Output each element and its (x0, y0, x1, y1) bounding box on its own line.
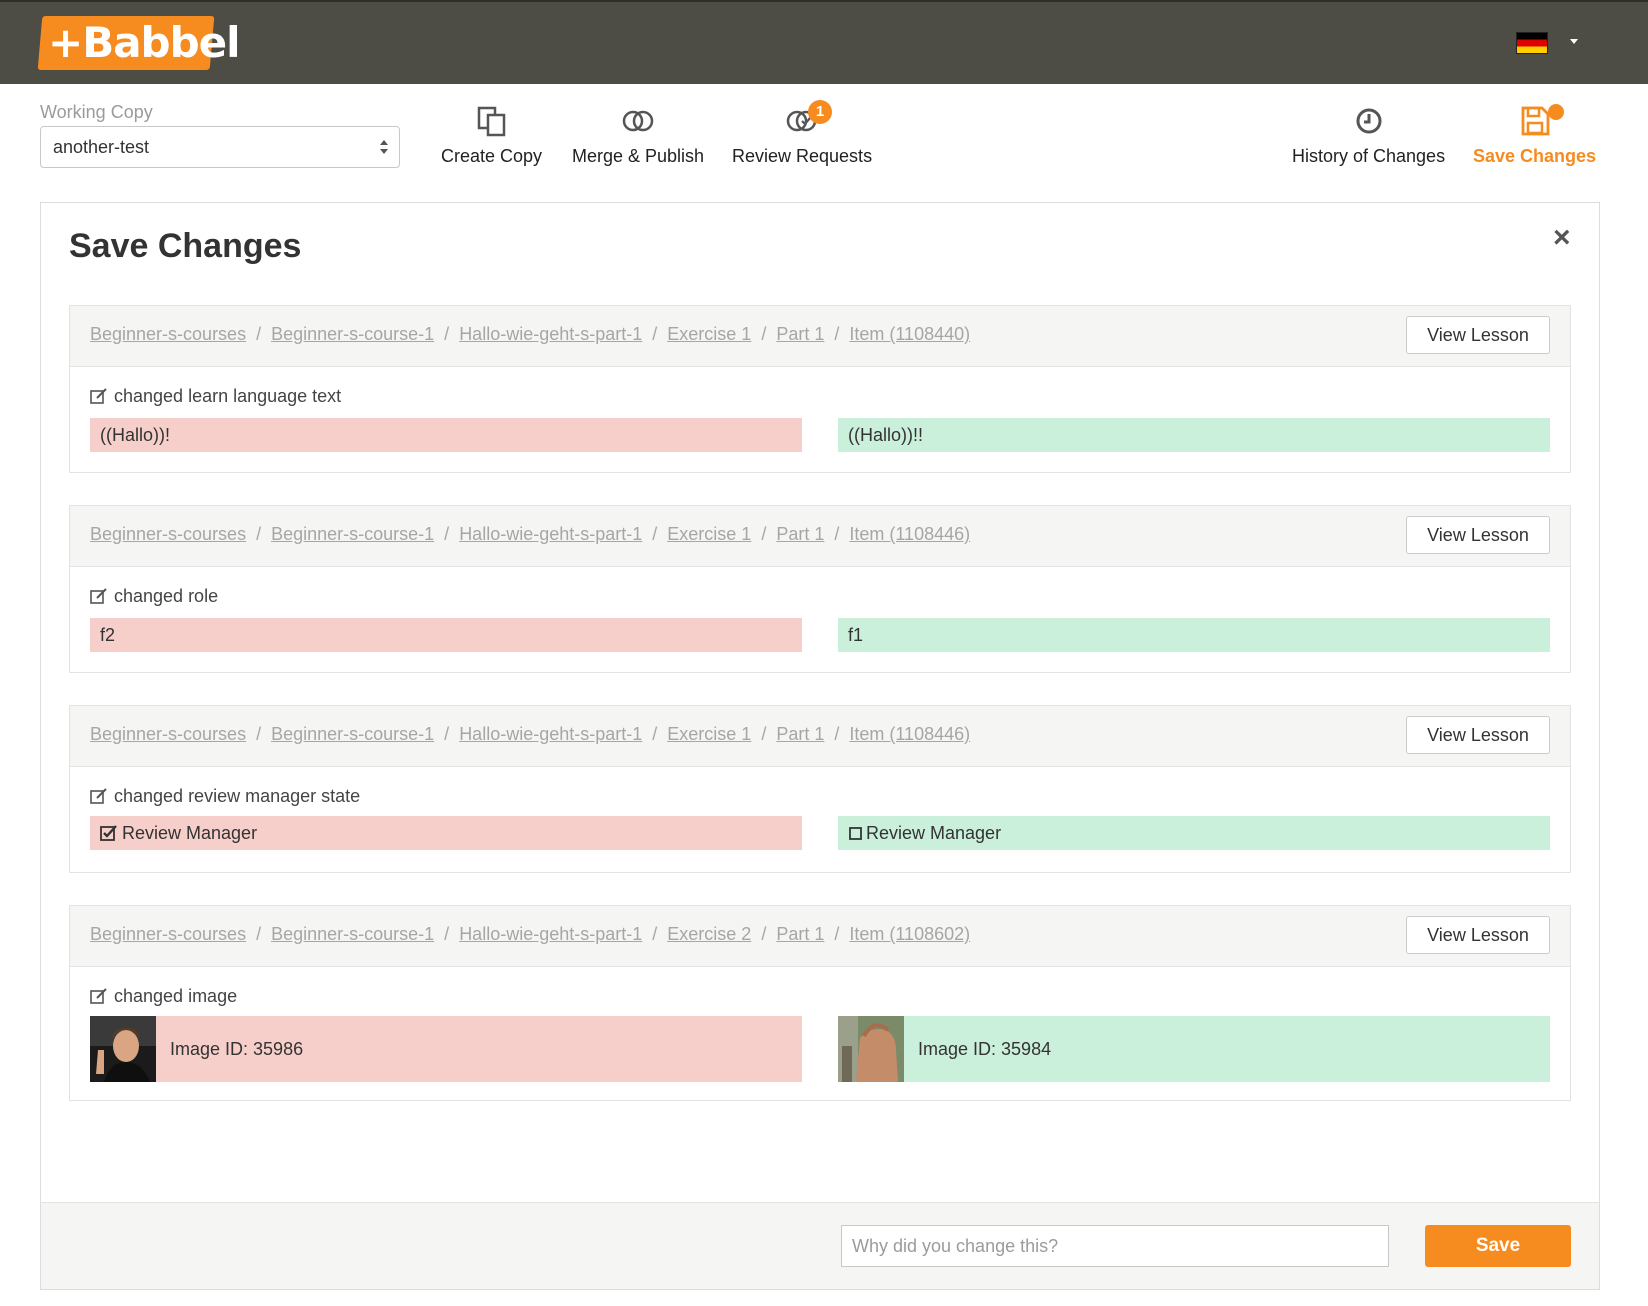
breadcrumb-link[interactable]: Beginner-s-courses (90, 524, 246, 544)
create-copy-label: Create Copy (441, 146, 543, 166)
change-card-header: Beginner-s-courses / Beginner-s-course-1/H… (70, 306, 1570, 367)
new-value: Image ID: 35984 (838, 1016, 1550, 1082)
edit-icon (90, 988, 107, 1004)
breadcrumb-link[interactable]: Part 1 (776, 924, 824, 944)
new-value: f1 (838, 618, 1550, 652)
new-value: ((Hallo))!! (838, 418, 1550, 452)
old-value: Review Manager (90, 816, 802, 850)
breadcrumb-link[interactable]: Beginner-s-course-1 (271, 724, 434, 744)
unsaved-indicator-dot (1548, 104, 1564, 120)
merge-icon (622, 110, 654, 132)
change-description-text: changed review manager state (114, 786, 361, 806)
breadcrumb-link[interactable]: Part 1 (776, 524, 824, 544)
unchecked-checkbox-icon (849, 827, 862, 840)
save-button[interactable]: Save (1425, 1225, 1571, 1267)
change-description: changed learn language text (90, 386, 341, 407)
save-changes-panel: Save Changes × Beginner-s-courses / Beginn… (40, 202, 1600, 1290)
breadcrumb-link[interactable]: Hallo-wie-geht-s-part-1 (459, 924, 642, 944)
new-image-thumbnail (838, 1016, 904, 1082)
history-button[interactable]: History of Changes (1292, 104, 1445, 167)
breadcrumb: Beginner-s-courses / Beginner-s-course-1/H… (90, 724, 971, 744)
breadcrumb-link[interactable]: Exercise 1 (667, 324, 751, 344)
review-requests-count-badge: 1 (808, 100, 832, 124)
new-value-text: Review Manager (866, 823, 1002, 843)
panel-title: Save Changes (69, 227, 302, 265)
checked-checkbox-icon (100, 825, 117, 841)
save-changes-tab[interactable]: Save Changes (1473, 104, 1596, 167)
edit-icon (90, 388, 107, 404)
old-value: Image ID: 35986 (90, 1016, 802, 1082)
breadcrumb-link[interactable]: Hallo-wie-geht-s-part-1 (459, 324, 642, 344)
close-icon[interactable]: × (1553, 223, 1571, 253)
change-card: Beginner-s-courses / Beginner-s-course-1/H… (69, 305, 1571, 473)
select-arrows-icon (379, 137, 389, 157)
breadcrumb-link[interactable]: Item (1108602) (849, 924, 970, 944)
change-description: changed review manager state (90, 786, 360, 807)
change-reason-input[interactable] (841, 1225, 1389, 1267)
breadcrumb-link[interactable]: Beginner-s-courses (90, 924, 246, 944)
breadcrumb-link[interactable]: Hallo-wie-geht-s-part-1 (459, 724, 642, 744)
working-copy-value: another-test (53, 137, 150, 157)
edit-icon (90, 788, 107, 804)
floppy-disk-icon (1521, 106, 1549, 136)
breadcrumb-link[interactable]: Beginner-s-courses (90, 724, 246, 744)
view-lesson-button[interactable]: View Lesson (1406, 916, 1550, 954)
breadcrumb-link[interactable]: Beginner-s-course-1 (271, 924, 434, 944)
breadcrumb-link[interactable]: Item (1108440) (849, 324, 970, 344)
view-lesson-button[interactable]: View Lesson (1406, 316, 1550, 354)
breadcrumb-link[interactable]: Exercise 1 (667, 524, 751, 544)
logo-text: +Babbel (48, 18, 241, 67)
review-requests-label: Review Requests (732, 146, 873, 166)
working-copy-select[interactable]: another-test (40, 126, 400, 168)
view-lesson-button[interactable]: View Lesson (1406, 716, 1550, 754)
panel-footer: Save (41, 1202, 1599, 1289)
breadcrumb-link[interactable]: Hallo-wie-geht-s-part-1 (459, 524, 642, 544)
clock-icon (1356, 108, 1382, 134)
merge-publish-label: Merge & Publish (572, 146, 705, 166)
change-card: Beginner-s-courses / Beginner-s-course-1/H… (69, 905, 1571, 1101)
working-copy-label: Working Copy (40, 102, 153, 122)
old-image-thumbnail (90, 1016, 156, 1082)
breadcrumb-link[interactable]: Exercise 1 (667, 724, 751, 744)
breadcrumb: Beginner-s-courses / Beginner-s-course-1/H… (90, 324, 971, 344)
change-description: changed image (90, 986, 237, 1007)
breadcrumb-link[interactable]: Exercise 2 (667, 924, 751, 944)
breadcrumb-link[interactable]: Beginner-s-course-1 (271, 324, 434, 344)
create-copy-button[interactable]: Create Copy (441, 104, 542, 167)
new-value: Review Manager (838, 816, 1550, 850)
view-lesson-button[interactable]: View Lesson (1406, 516, 1550, 554)
change-card: Beginner-s-courses / Beginner-s-course-1/H… (69, 705, 1571, 873)
change-card: Beginner-s-courses / Beginner-s-course-1/H… (69, 505, 1571, 673)
change-description-text: changed learn language text (114, 386, 342, 406)
change-description-text: changed image (114, 986, 238, 1006)
review-requests-button[interactable]: Review Requests (732, 104, 872, 167)
history-label: History of Changes (1292, 146, 1446, 166)
old-image-id: Image ID: 35986 (170, 1039, 304, 1059)
breadcrumb-link[interactable]: Beginner-s-courses (90, 324, 246, 344)
old-value: ((Hallo))! (90, 418, 802, 452)
breadcrumb: Beginner-s-courses / Beginner-s-course-1/H… (90, 924, 971, 944)
language-dropdown-caret-icon[interactable] (1570, 39, 1578, 44)
change-description: changed role (90, 586, 218, 607)
breadcrumb-link[interactable]: Part 1 (776, 724, 824, 744)
breadcrumb-link[interactable]: Item (1108446) (849, 724, 970, 744)
merge-publish-button[interactable]: Merge & Publish (572, 104, 704, 167)
breadcrumb-link[interactable]: Item (1108446) (849, 524, 970, 544)
save-changes-label: Save Changes (1473, 146, 1597, 166)
top-header-bar: +Babbel (0, 0, 1648, 84)
edit-icon (90, 588, 107, 604)
old-value: f2 (90, 618, 802, 652)
breadcrumb: Beginner-s-courses / Beginner-s-course-1/H… (90, 524, 971, 544)
old-value-text: Review Manager (122, 823, 258, 843)
change-description-text: changed role (114, 586, 219, 606)
breadcrumb-link[interactable]: Part 1 (776, 324, 824, 344)
germany-flag-icon[interactable] (1516, 32, 1548, 54)
change-card-header: Beginner-s-courses / Beginner-s-course-1/H… (70, 906, 1570, 967)
change-card-header: Beginner-s-courses / Beginner-s-course-1/H… (70, 706, 1570, 767)
copy-icon (477, 106, 505, 137)
new-image-id: Image ID: 35984 (918, 1039, 1052, 1059)
change-card-header: Beginner-s-courses / Beginner-s-course-1/H… (70, 506, 1570, 567)
breadcrumb-link[interactable]: Beginner-s-course-1 (271, 524, 434, 544)
